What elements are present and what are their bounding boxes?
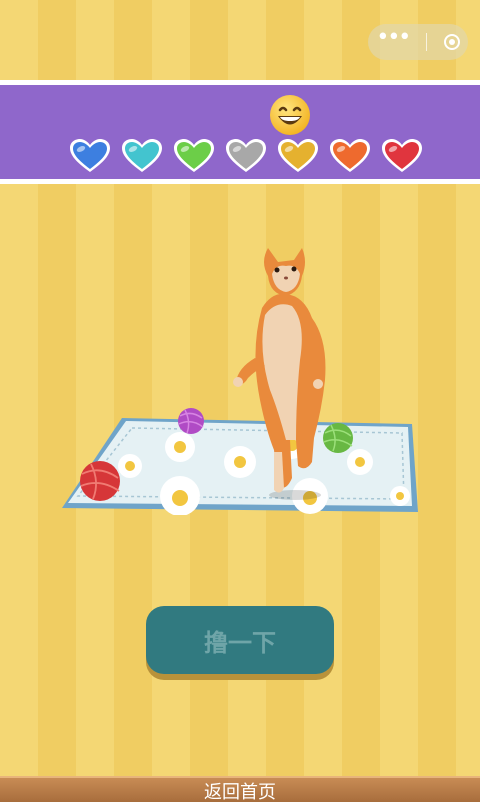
heart-green-icon: [174, 139, 214, 172]
grinning-face-icon: [270, 95, 310, 135]
yarn-ball-red: [80, 461, 120, 501]
mood-banner: [0, 80, 480, 184]
heart-orange-icon: [330, 139, 370, 172]
cat-play-scene: [62, 248, 418, 515]
capsule-divider: [425, 33, 427, 51]
yarn-ball-green: [323, 423, 353, 453]
mini-program-capsule: •••: [368, 24, 468, 60]
stroke-cat-button[interactable]: 撸一下: [146, 606, 334, 674]
heart-level-row: [68, 138, 424, 174]
back-to-home-link[interactable]: 返回首页: [0, 776, 480, 802]
yarn-ball-purple: [178, 408, 204, 434]
heart-gray-icon: [226, 139, 266, 172]
more-dots-icon[interactable]: •••: [376, 27, 411, 49]
heart-yellow-icon: [278, 139, 318, 172]
heart-red-icon: [382, 139, 422, 172]
heart-blue-icon: [70, 139, 110, 172]
play-mat: [62, 418, 418, 515]
target-circle-icon[interactable]: [443, 34, 460, 50]
heart-cyan-icon: [122, 139, 162, 172]
